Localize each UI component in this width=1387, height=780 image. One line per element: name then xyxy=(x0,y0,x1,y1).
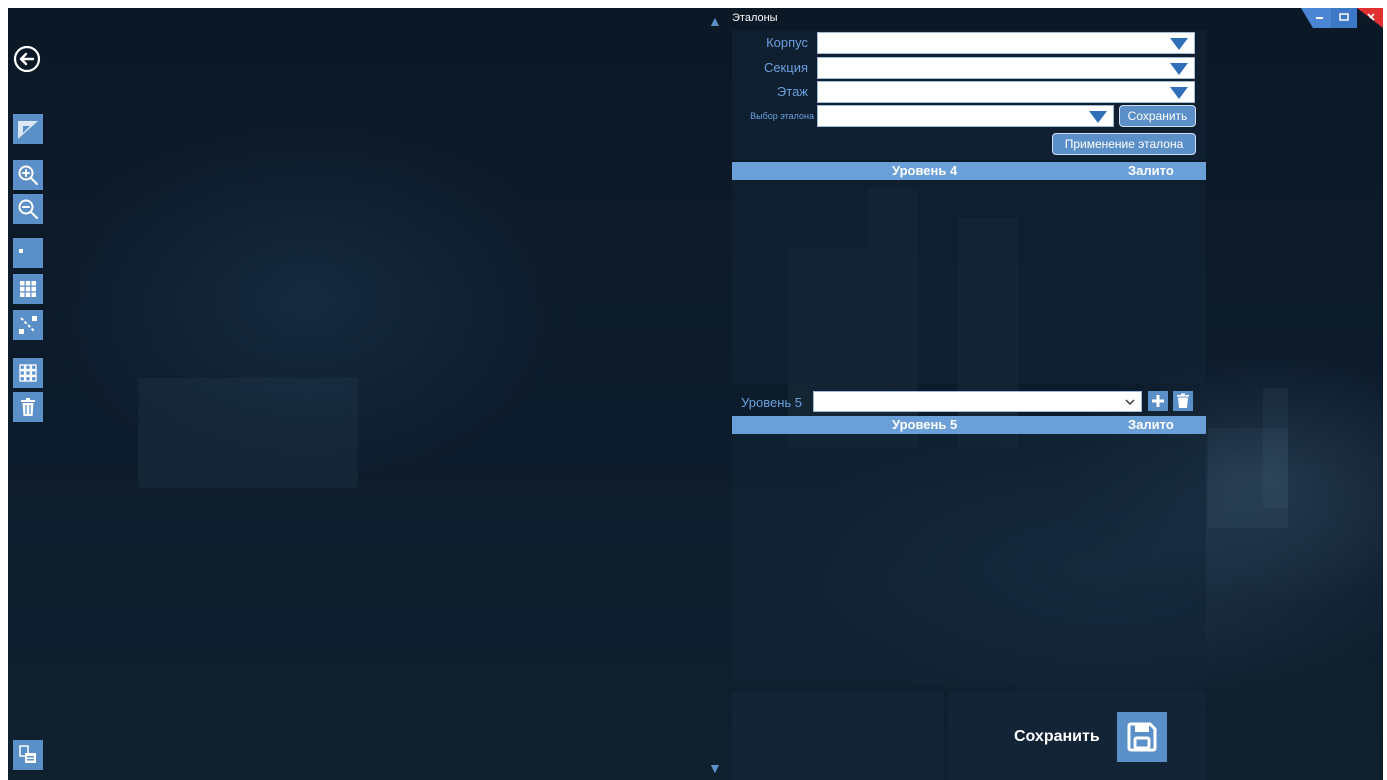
apply-etalon-button[interactable]: Применение эталона xyxy=(1052,133,1196,155)
trash-icon xyxy=(21,398,35,416)
background-image xyxy=(138,378,358,488)
footer-empty-cell xyxy=(732,692,944,780)
chevron-down-icon xyxy=(1170,87,1188,99)
empty-grid-button[interactable] xyxy=(13,358,43,388)
close-button[interactable] xyxy=(1357,8,1383,28)
minimize-icon xyxy=(1316,17,1323,19)
diagonal-button[interactable] xyxy=(13,310,43,340)
zoom-in-icon xyxy=(18,165,38,185)
level5-select[interactable] xyxy=(813,391,1142,412)
single-cell-button[interactable] xyxy=(13,238,43,268)
save-disk-icon-box xyxy=(1117,712,1167,762)
minimize-button[interactable] xyxy=(1301,8,1331,28)
app-stage: ▲ ▼ Эталоны Корпус Секция Этаж Выбор эта… xyxy=(8,8,1383,780)
back-icon xyxy=(13,45,41,73)
etazh-select[interactable] xyxy=(817,81,1195,103)
level5-col-filled: Залито xyxy=(1128,417,1174,432)
zoom-out-icon xyxy=(18,199,38,219)
panel-title: Эталоны xyxy=(732,12,778,24)
level4-col-name: Уровень 4 xyxy=(892,163,958,178)
trash-icon xyxy=(1177,393,1189,408)
level4-grid[interactable] xyxy=(732,180,1206,384)
etalon-select[interactable] xyxy=(817,105,1114,127)
window-frame-left xyxy=(0,0,8,780)
sekciya-label: Секция xyxy=(763,60,808,75)
plus-icon xyxy=(1152,395,1164,407)
sekciya-select[interactable] xyxy=(817,57,1195,79)
level4-col-filled: Залито xyxy=(1128,163,1174,178)
restore-button[interactable] xyxy=(1331,8,1357,28)
save-disk-icon xyxy=(1127,722,1157,752)
level4-header: Уровень 4 Залито xyxy=(732,162,1206,180)
level5-header: Уровень 5 Залито xyxy=(732,416,1206,434)
chevron-down-icon xyxy=(1089,111,1107,123)
scroll-up-arrow[interactable]: ▲ xyxy=(708,13,722,29)
level5-selector-label: Уровень 5 xyxy=(741,395,802,410)
korpus-label: Корпус xyxy=(766,35,808,50)
delete-button[interactable] xyxy=(13,392,43,422)
window-frame-top xyxy=(0,0,1387,8)
korpus-select[interactable] xyxy=(817,32,1195,54)
close-icon xyxy=(1367,13,1375,21)
chevron-down-icon xyxy=(1170,63,1188,75)
footer-save-button[interactable]: Сохранить xyxy=(948,692,1206,780)
grid-icon xyxy=(20,281,36,297)
save-etalon-button[interactable]: Сохранить xyxy=(1119,105,1196,127)
back-button[interactable] xyxy=(12,44,42,74)
grid-button[interactable] xyxy=(13,274,43,304)
window-frame-right xyxy=(1383,0,1387,780)
delete-level-button[interactable] xyxy=(1173,391,1193,411)
empty-grid-icon xyxy=(19,364,37,382)
background-image xyxy=(1263,388,1288,508)
diagonal-icon xyxy=(19,316,37,334)
export-icon xyxy=(19,745,36,763)
etalon-label: Выбор эталона xyxy=(750,111,814,121)
export-button[interactable] xyxy=(13,740,43,770)
etazh-label: Этаж xyxy=(776,84,808,99)
chevron-down-icon xyxy=(1125,399,1135,405)
chevron-down-icon xyxy=(1170,38,1188,50)
footer-save-label: Сохранить xyxy=(1014,728,1100,745)
single-cell-icon xyxy=(19,249,23,253)
restore-icon xyxy=(1339,13,1349,21)
left-toolbar xyxy=(8,8,48,780)
draw-triangle-icon xyxy=(18,121,38,139)
scroll-down-arrow[interactable]: ▼ xyxy=(708,760,722,776)
add-level-button[interactable] xyxy=(1148,391,1168,411)
level5-grid[interactable] xyxy=(732,434,1206,686)
zoom-out-button[interactable] xyxy=(13,194,43,224)
draw-tool-button[interactable] xyxy=(13,114,43,144)
level5-col-name: Уровень 5 xyxy=(892,417,958,432)
zoom-in-button[interactable] xyxy=(13,160,43,190)
